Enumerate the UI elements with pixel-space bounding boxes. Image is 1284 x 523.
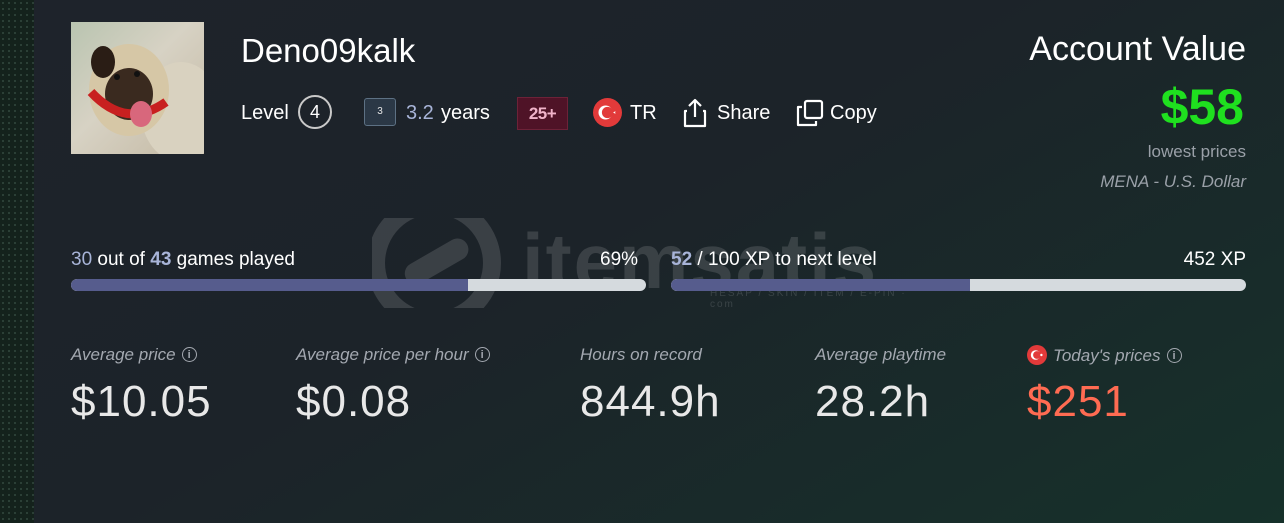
years-of-service-icon: 3 [364, 98, 396, 126]
stat-todays-prices-label: Today's prices [1053, 346, 1161, 365]
account-value-note: lowest prices [1147, 142, 1246, 161]
xp-total: 452 XP [1183, 249, 1246, 270]
stat-average-playtime: Average playtime 28.2h [815, 345, 946, 427]
games-percent: 69% [600, 249, 639, 270]
account-value-title: Account Value [1029, 30, 1246, 68]
stat-todays-prices: Today's prices i $251 [1027, 345, 1182, 427]
xp-current: 52 [671, 249, 693, 270]
stat-average-playtime-label: Average playtime [815, 345, 947, 364]
stat-todays-prices-label-row: Today's prices i [1027, 345, 1182, 367]
games-played-suffix: games played [171, 249, 295, 270]
games-progress-bar [71, 279, 646, 291]
username: Deno09kalk [241, 32, 416, 69]
years-unit: years [441, 102, 490, 124]
stat-average-price-per-hour-label: Average price per hour [296, 345, 469, 364]
age-rating-badge: 25+ [517, 97, 568, 130]
games-played-text: out of [92, 249, 151, 270]
level-label: Level [241, 102, 289, 124]
info-icon[interactable]: i [181, 347, 197, 362]
xp-progress-fill [671, 279, 970, 291]
info-icon[interactable]: i [474, 347, 490, 362]
stat-average-price: Average price i $10.05 [71, 345, 212, 427]
turkey-flag-icon [593, 98, 622, 127]
xp-suffix: / 100 XP to next level [692, 249, 877, 270]
country-code: TR [630, 102, 657, 124]
stat-hours-on-record-label-row: Hours on record [580, 345, 721, 367]
share-icon[interactable] [682, 98, 708, 128]
xp-progress-bar [671, 279, 1246, 291]
games-played-count: 30 [71, 249, 93, 270]
stat-average-price-label-row: Average price i [71, 345, 212, 367]
stat-average-price-value: $10.05 [71, 377, 212, 426]
stat-average-price-per-hour-value: $0.08 [296, 377, 412, 426]
xp-label: 52 / 100 XP to next level [671, 249, 877, 271]
stat-hours-on-record: Hours on record 844.9h [580, 345, 721, 427]
left-decorative-strip [0, 0, 34, 523]
stat-todays-prices-value: $251 [1027, 377, 1129, 426]
share-button[interactable]: Share [717, 102, 770, 125]
level-badge: 4 [298, 95, 332, 129]
dog-avatar-image [87, 44, 204, 154]
copy-button[interactable]: Copy [830, 102, 877, 125]
avatar[interactable] [71, 22, 204, 154]
games-progress-fill [71, 279, 468, 291]
stat-average-playtime-label-row: Average playtime [815, 345, 946, 367]
stat-average-playtime-value: 28.2h [815, 377, 931, 426]
years-value: 3.2 [406, 102, 434, 124]
account-value-amount: $58 [1160, 79, 1244, 135]
games-played-label: 30 out of 43 games played [71, 249, 295, 271]
stat-average-price-per-hour-label-row: Average price per hour i [296, 345, 490, 367]
stat-average-price-per-hour: Average price per hour i $0.08 [296, 345, 490, 427]
stat-average-price-label: Average price [71, 345, 176, 364]
stat-hours-on-record-label: Hours on record [580, 345, 702, 364]
copy-icon[interactable] [796, 99, 824, 127]
account-value-region: MENA - U.S. Dollar [1100, 172, 1246, 191]
turkey-flag-icon [1027, 345, 1047, 365]
info-icon[interactable]: i [1166, 348, 1182, 363]
stat-hours-on-record-value: 844.9h [580, 377, 721, 426]
games-total-count: 43 [150, 249, 172, 270]
